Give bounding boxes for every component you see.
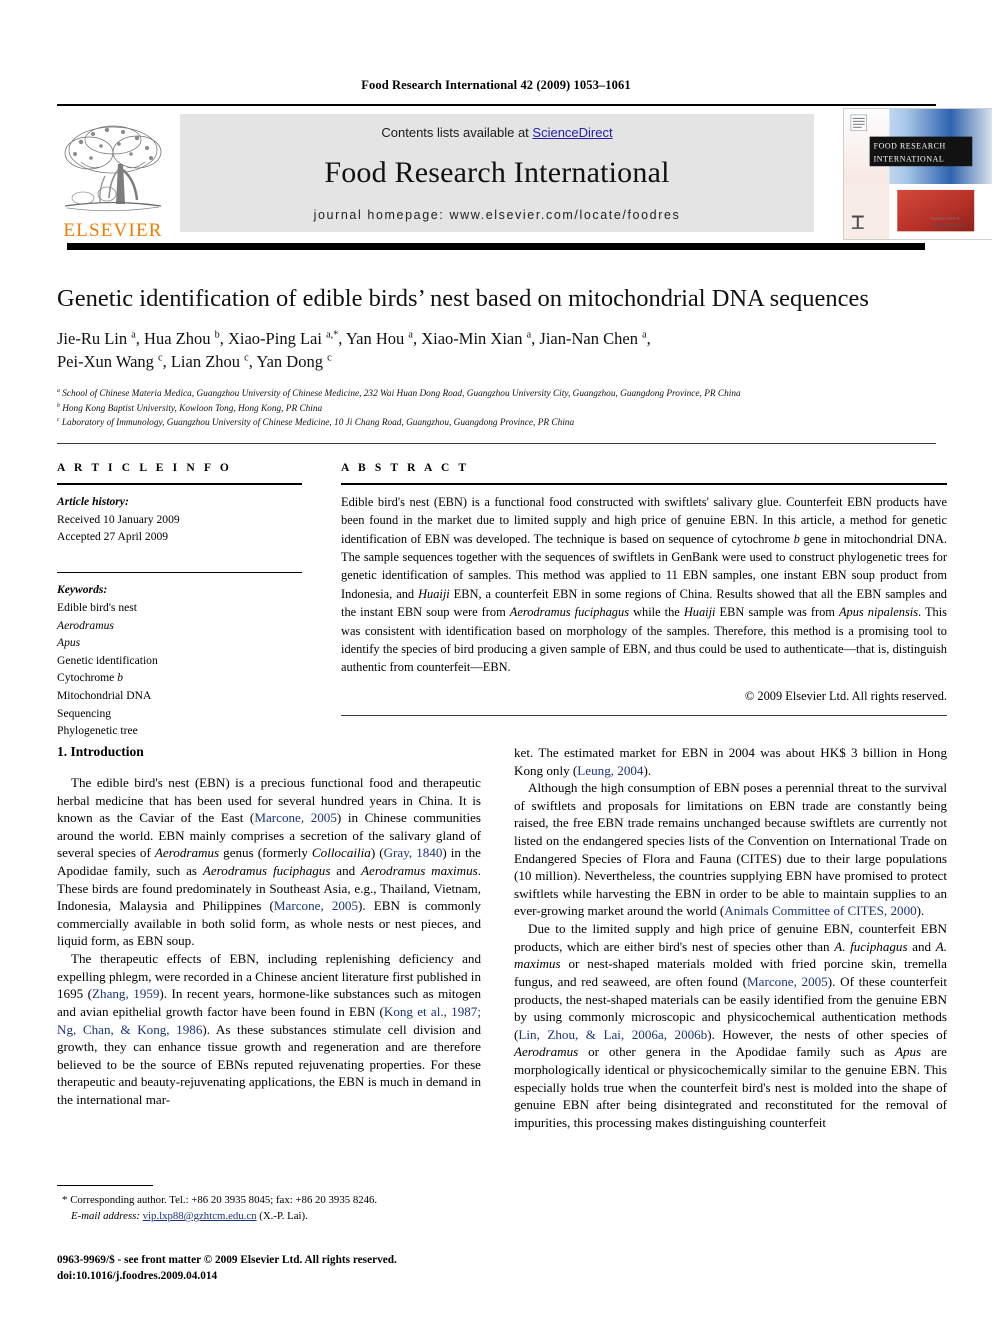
elsevier-wordmark: ELSEVIER [63, 220, 163, 241]
paragraph: Due to the limited supply and high price… [514, 921, 947, 1130]
abstract-column: A B S T R A C T Edible bird's nest (EBN)… [341, 462, 947, 704]
keyword-item: Sequencing [57, 706, 112, 720]
author-line-2: Pei-Xun Wang c, Lian Zhou c, Yan Dong c [57, 352, 332, 372]
keyword-item: Apus [57, 636, 81, 650]
imprint-block: 0963-9969/$ - see front matter © 2009 El… [57, 1252, 487, 1285]
keyword-item: Edible bird's nest [57, 600, 138, 614]
keyword-item: Mitochondrial DNA [57, 688, 152, 702]
contents-list-line: Contents lists available at ScienceDirec… [381, 125, 612, 140]
elsevier-tree-icon [61, 120, 165, 220]
accepted-date: Accepted 27 April 2009 [57, 530, 169, 544]
keyword-item: Genetic identification [57, 653, 158, 667]
title-block-rule [57, 443, 936, 444]
email-address-label: E-mail address: [71, 1209, 140, 1222]
footnote-rule [57, 1185, 153, 1186]
page-title: Genetic identification of edible birds’ … [57, 285, 869, 312]
svg-text:FOOD RESEARCH: FOOD RESEARCH [874, 141, 946, 150]
received-date: Received 10 January 2009 [57, 512, 180, 526]
article-info-rule [57, 483, 302, 485]
journal-title: Food Research International [324, 156, 670, 189]
issn-copyright-line: 0963-9969/$ - see front matter © 2009 El… [57, 1254, 397, 1266]
corresponding-author-footnote: * Corresponding author. Tel.: +86 20 393… [57, 1192, 487, 1225]
author-list: Jie-Ru Lin a, Hua Zhou b, Xiao-Ping Lai … [57, 327, 947, 374]
paragraph: The edible bird's nest (EBN) is a precio… [57, 775, 482, 949]
doi-line: doi:10.1016/j.foodres.2009.04.014 [57, 1270, 218, 1283]
footnote-corresponding-text: Corresponding author. Tel.: +86 20 3935 … [70, 1194, 378, 1206]
affiliation-c: c Laboratory of Immunology, Guangzhou Un… [57, 417, 575, 429]
keywords-label: Keywords: [57, 583, 108, 597]
abstract-heading: A B S T R A C T [341, 462, 470, 474]
abstract-copyright: © 2009 Elsevier Ltd. All rights reserved… [744, 688, 947, 703]
journal-cover-thumbnail: FOOD RESEARCH INTERNATIONAL Available on… [843, 108, 992, 240]
journal-homepage-line[interactable]: journal homepage: www.elsevier.com/locat… [314, 208, 681, 222]
paragraph: Although the high consumption of EBN pos… [514, 780, 947, 919]
affiliation-a: a School of Chinese Materia Medica, Guan… [57, 387, 741, 399]
keywords-block: Keywords: Edible bird's nest Aerodramus … [57, 581, 302, 739]
journal-article-page: Food Research International 42 (2009) 10… [0, 0, 992, 1323]
keywords-rule [57, 571, 302, 574]
paragraph: The therapeutic effects of EBN, includin… [57, 951, 482, 1107]
journal-banner: Contents lists available at ScienceDirec… [180, 114, 814, 232]
article-info-heading: A R T I C L E I N F O [57, 462, 232, 474]
section-heading-introduction: 1. Introduction [57, 744, 144, 759]
running-head: Food Research International 42 (2009) 10… [361, 78, 631, 92]
svg-text:ScienceDirect: ScienceDirect [933, 222, 964, 228]
article-history: Article history: Received 10 January 200… [57, 493, 302, 546]
contents-prefix-label: Contents lists available at [381, 125, 533, 140]
keyword-item: Aerodramus [57, 618, 114, 632]
email-owner: (X.-P. Lai). [259, 1209, 308, 1222]
footnote-email-line: E-mail address: vip.lxp88@gzhtcm.edu.cn … [57, 1209, 487, 1225]
abstract-rule [341, 483, 947, 485]
keyword-item: Cytochrome b [57, 671, 124, 685]
masthead-bottom-bar [67, 243, 925, 250]
abstract-text: Edible bird's nest (EBN) is a functional… [341, 495, 947, 675]
email-link[interactable]: vip.lxp88@gzhtcm.edu.cn [143, 1210, 257, 1222]
footnote-corresponding-line: * Corresponding author. Tel.: +86 20 393… [57, 1192, 487, 1209]
svg-text:Available online at: Available online at [931, 217, 960, 221]
affiliations: a School of Chinese Materia Medica, Guan… [57, 387, 947, 431]
elsevier-logo: ELSEVIER [57, 108, 169, 240]
article-info-column: A R T I C L E I N F O Article history: R… [57, 462, 302, 740]
body-column-left: 1. Introduction The edible bird's nest (… [57, 744, 481, 1109]
paragraph: ket. The estimated market for EBN in 200… [514, 745, 947, 778]
keyword-item: Phylogenetic tree [57, 724, 138, 738]
journal-masthead: ELSEVIER Contents lists available at Sci… [57, 106, 992, 240]
footnote-asterisk: * [62, 1194, 68, 1206]
author-line-1: Jie-Ru Lin a, Hua Zhou b, Xiao-Ping Lai … [57, 329, 651, 348]
body-column-right: ket. The estimated market for EBN in 200… [514, 744, 947, 1131]
sciencedirect-link[interactable]: ScienceDirect [532, 125, 612, 140]
abstract-bottom-rule [341, 715, 947, 716]
svg-text:INTERNATIONAL: INTERNATIONAL [874, 154, 945, 163]
affiliation-b: b Hong Kong Baptist University, Kowloon … [57, 402, 323, 414]
article-history-label: Article history: [57, 495, 129, 508]
